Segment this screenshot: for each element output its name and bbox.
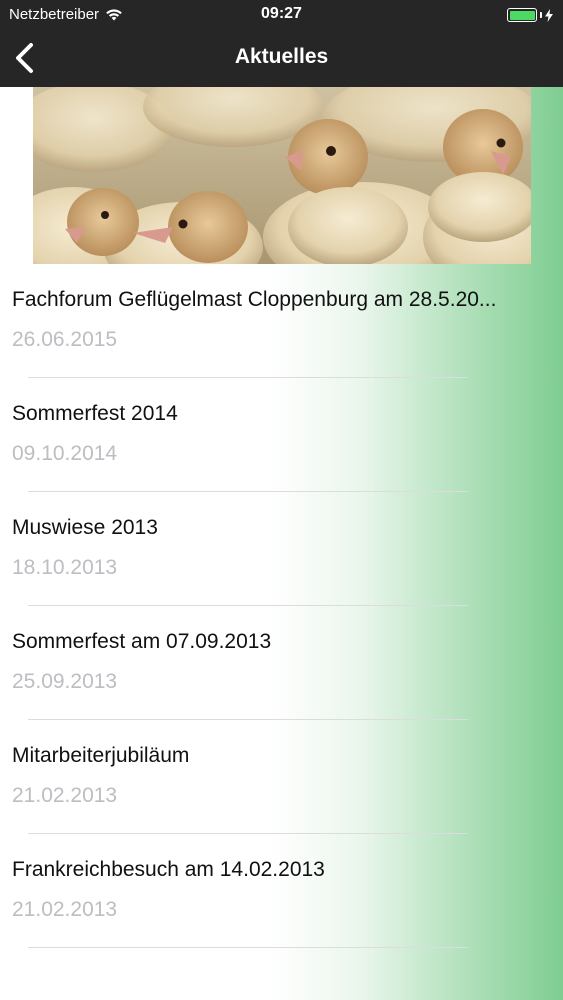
battery-tip — [540, 12, 542, 18]
news-title: Frankreichbesuch am 14.02.2013 — [12, 858, 325, 881]
news-item[interactable]: Sommerfest 2014 09.10.2014 — [0, 378, 563, 492]
news-title: Muswiese 2013 — [12, 516, 158, 539]
charging-bolt-icon — [545, 8, 553, 22]
turkey-chicks-photo — [33, 87, 531, 264]
battery-icon — [507, 8, 537, 22]
news-title: Sommerfest 2014 — [12, 402, 178, 425]
news-title: Sommerfest am 07.09.2013 — [12, 630, 272, 653]
news-date: 25.09.2013 — [12, 670, 118, 693]
news-list: Fachforum Geflügelmast Cloppenburg am 28… — [0, 264, 563, 948]
battery-level — [509, 10, 535, 20]
news-date: 21.02.2013 — [12, 784, 118, 807]
news-item[interactable]: Muswiese 2013 18.10.2013 — [0, 492, 563, 606]
page-title: Aktuelles — [234, 45, 329, 68]
news-item[interactable]: Sommerfest am 07.09.2013 25.09.2013 — [0, 606, 563, 720]
news-date: 26.06.2015 — [12, 328, 118, 351]
battery-indicator — [507, 8, 553, 22]
news-item[interactable]: Mitarbeiterjubiläum 21.02.2013 — [0, 720, 563, 834]
status-time: 09:27 — [261, 5, 302, 22]
navigation-bar: Aktuelles — [0, 30, 563, 87]
news-title: Mitarbeiterjubiläum — [12, 744, 190, 767]
news-date: 09.10.2014 — [12, 442, 118, 465]
news-date: 18.10.2013 — [12, 556, 118, 579]
status-bar: Netzbetreiber 09:27 — [0, 0, 563, 30]
divider — [28, 947, 468, 948]
news-title: Fachforum Geflügelmast Cloppenburg am 28… — [12, 288, 497, 311]
news-date: 21.02.2013 — [12, 898, 118, 921]
hero-image — [33, 87, 531, 264]
news-item[interactable]: Fachforum Geflügelmast Cloppenburg am 28… — [0, 264, 563, 378]
news-item[interactable]: Frankreichbesuch am 14.02.2013 21.02.201… — [0, 834, 563, 948]
